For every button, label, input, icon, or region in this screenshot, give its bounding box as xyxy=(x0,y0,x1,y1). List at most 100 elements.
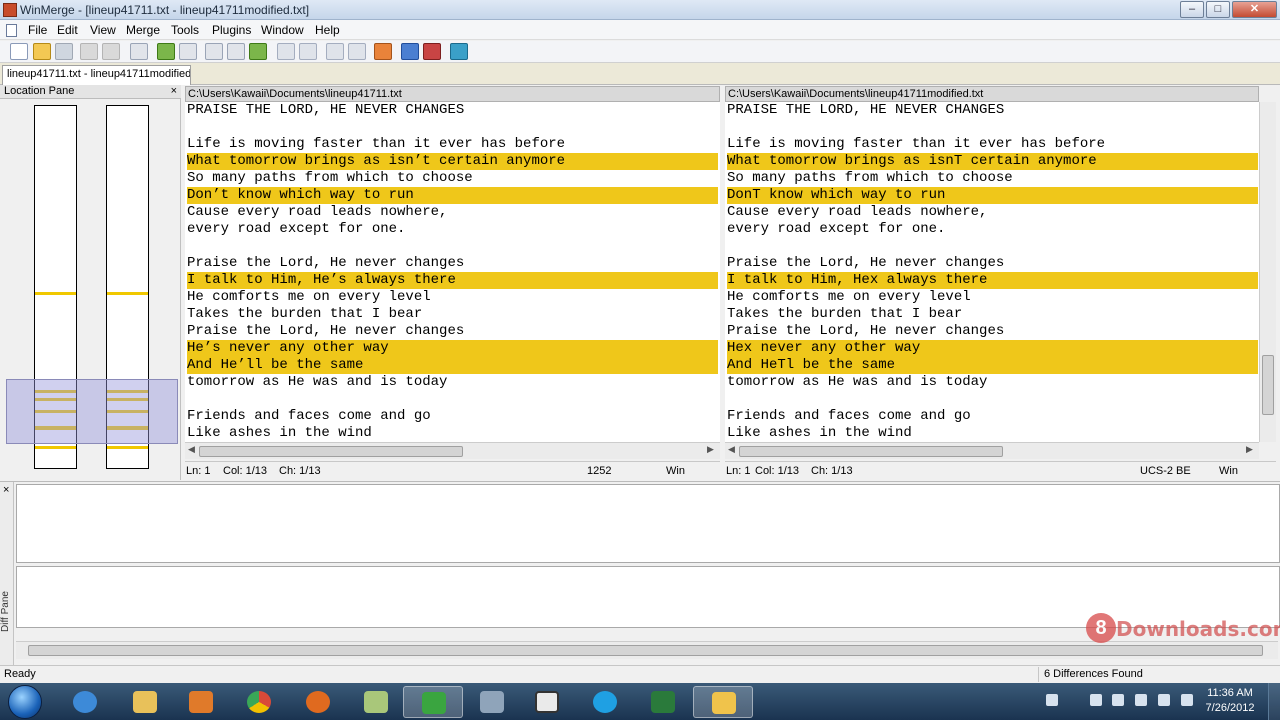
all-left-icon[interactable] xyxy=(423,43,441,60)
menu-file[interactable]: File xyxy=(28,23,47,37)
left-line[interactable]: So many paths from which to choose xyxy=(187,170,718,187)
scroll-right-arrow-icon[interactable]: ▶ xyxy=(707,444,714,455)
taskbar-tool[interactable] xyxy=(462,686,522,718)
copy-right-advance-icon[interactable] xyxy=(326,43,344,60)
options-icon[interactable] xyxy=(130,43,148,60)
right-line[interactable]: Cause every road leads nowhere, xyxy=(727,204,1258,221)
taskbar-notes[interactable] xyxy=(346,686,406,718)
taskbar-camtasia[interactable] xyxy=(403,686,463,718)
location-viewport[interactable] xyxy=(6,379,178,444)
menu-help[interactable]: Help xyxy=(315,23,340,37)
open-folder-icon[interactable] xyxy=(33,43,51,60)
last-diff-icon[interactable] xyxy=(249,43,267,60)
right-line[interactable]: every road except for one. xyxy=(727,221,1258,238)
left-line[interactable]: And He’ll be the same xyxy=(187,357,718,374)
copy-right-icon[interactable] xyxy=(277,43,295,60)
redo-icon[interactable] xyxy=(102,43,120,60)
left-line[interactable]: every road except for one. xyxy=(187,221,718,238)
close-button[interactable]: ✕ xyxy=(1232,1,1277,18)
right-line[interactable]: tomorrow as He was and is today xyxy=(727,374,1258,391)
all-right-icon[interactable] xyxy=(401,43,419,60)
left-line[interactable]: What tomorrow brings as isn’t certain an… xyxy=(187,153,718,170)
close-location-pane-icon[interactable]: × xyxy=(171,85,177,98)
left-line[interactable]: Takes the burden that I bear xyxy=(187,306,718,323)
right-vertical-scrollbar[interactable] xyxy=(1259,102,1276,442)
left-line[interactable]: Praise the Lord, He never changes xyxy=(187,323,718,340)
left-line[interactable] xyxy=(187,119,718,136)
refresh-icon[interactable] xyxy=(450,43,468,60)
system-clock[interactable]: 11:36 AM 7/26/2012 xyxy=(1200,686,1260,716)
right-line[interactable]: I talk to Him, Hex always there xyxy=(727,272,1258,289)
left-line[interactable]: He’s never any other way xyxy=(187,340,718,357)
menu-tools[interactable]: Tools xyxy=(171,23,199,37)
taskbar-firefox[interactable] xyxy=(288,686,348,718)
right-line[interactable]: Friends and faces come and go xyxy=(727,408,1258,425)
minimize-button[interactable]: – xyxy=(1180,1,1204,18)
menu-window[interactable]: Window xyxy=(261,23,304,37)
taskbar-excel[interactable] xyxy=(633,686,693,718)
volume-icon[interactable] xyxy=(1158,694,1170,706)
close-diff-pane-icon[interactable]: × xyxy=(3,484,9,496)
left-line[interactable]: Praise the Lord, He never changes xyxy=(187,255,718,272)
menu-plugins[interactable]: Plugins xyxy=(212,23,251,37)
right-text-pane[interactable]: PRAISE THE LORD, HE NEVER CHANGES Life is… xyxy=(725,102,1259,442)
scroll-right-arrow-icon[interactable]: ▶ xyxy=(1246,444,1253,455)
right-line[interactable]: Hex never any other way xyxy=(727,340,1258,357)
menu-edit[interactable]: Edit xyxy=(57,23,78,37)
tab-document[interactable]: lineup41711.txt - lineup41711modified.tx… xyxy=(2,65,191,85)
left-line[interactable]: Don’t know which way to run xyxy=(187,187,718,204)
right-line[interactable]: Praise the Lord, He never changes xyxy=(727,323,1258,340)
maximize-button[interactable]: □ xyxy=(1206,1,1230,18)
tray-app-icon[interactable] xyxy=(1181,694,1193,706)
network-icon[interactable] xyxy=(1135,694,1147,706)
right-line[interactable]: Life is moving faster than it ever has b… xyxy=(727,136,1258,153)
right-line[interactable]: What tomorrow brings as isnT certain any… xyxy=(727,153,1258,170)
right-line[interactable]: So many paths from which to choose xyxy=(727,170,1258,187)
flag-icon[interactable] xyxy=(1090,694,1102,706)
right-line[interactable]: PRAISE THE LORD, HE NEVER CHANGES xyxy=(727,102,1258,119)
new-file-icon[interactable] xyxy=(10,43,28,60)
save-icon[interactable] xyxy=(55,43,73,60)
device-icon[interactable] xyxy=(1112,694,1124,706)
current-diff-icon[interactable] xyxy=(227,43,245,60)
right-line[interactable] xyxy=(727,119,1258,136)
winmerge-app-icon[interactable] xyxy=(3,3,17,17)
edit-icon[interactable] xyxy=(374,43,392,60)
taskbar-internet-explorer[interactable] xyxy=(55,686,115,718)
right-line[interactable]: Praise the Lord, He never changes xyxy=(727,255,1258,272)
diff-detail-top[interactable] xyxy=(16,484,1280,563)
right-line[interactable]: DonT know which way to run xyxy=(727,187,1258,204)
copy-left-advance-icon[interactable] xyxy=(348,43,366,60)
scroll-left-arrow-icon[interactable]: ◀ xyxy=(728,444,735,455)
left-line[interactable] xyxy=(187,391,718,408)
undo-icon[interactable] xyxy=(80,43,98,60)
scroll-left-arrow-icon[interactable]: ◀ xyxy=(188,444,195,455)
menu-view[interactable]: View xyxy=(90,23,116,37)
taskbar-media-player[interactable] xyxy=(171,686,231,718)
left-line[interactable]: PRAISE THE LORD, HE NEVER CHANGES xyxy=(187,102,718,119)
prev-diff-icon[interactable] xyxy=(179,43,197,60)
taskbar-skype[interactable] xyxy=(575,686,635,718)
right-line[interactable]: He comforts me on every level xyxy=(727,289,1258,306)
right-line[interactable]: And HeTl be the same xyxy=(727,357,1258,374)
right-horizontal-scrollbar[interactable]: ◀ ▶ xyxy=(725,442,1259,459)
tray-expand-icon[interactable] xyxy=(1046,694,1058,706)
left-line[interactable]: Like ashes in the wind xyxy=(187,425,718,442)
left-line[interactable]: Friends and faces come and go xyxy=(187,408,718,425)
left-line[interactable] xyxy=(187,238,718,255)
show-desktop-button[interactable] xyxy=(1268,683,1280,720)
left-horizontal-scrollbar[interactable]: ◀ ▶ xyxy=(185,442,720,459)
left-line[interactable]: Life is moving faster than it ever has b… xyxy=(187,136,718,153)
right-line[interactable] xyxy=(727,391,1258,408)
left-line[interactable]: I talk to Him, He’s always there xyxy=(187,272,718,289)
taskbar-winmerge[interactable] xyxy=(693,686,753,718)
menu-merge[interactable]: Merge xyxy=(126,23,160,37)
document-icon[interactable] xyxy=(6,24,17,37)
copy-left-icon[interactable] xyxy=(299,43,317,60)
taskbar-window-app[interactable] xyxy=(517,686,577,718)
left-line[interactable]: He comforts me on every level xyxy=(187,289,718,306)
right-line[interactable]: Like ashes in the wind xyxy=(727,425,1258,442)
right-line[interactable]: Takes the burden that I bear xyxy=(727,306,1258,323)
taskbar-file-explorer[interactable] xyxy=(115,686,175,718)
left-line[interactable]: tomorrow as He was and is today xyxy=(187,374,718,391)
